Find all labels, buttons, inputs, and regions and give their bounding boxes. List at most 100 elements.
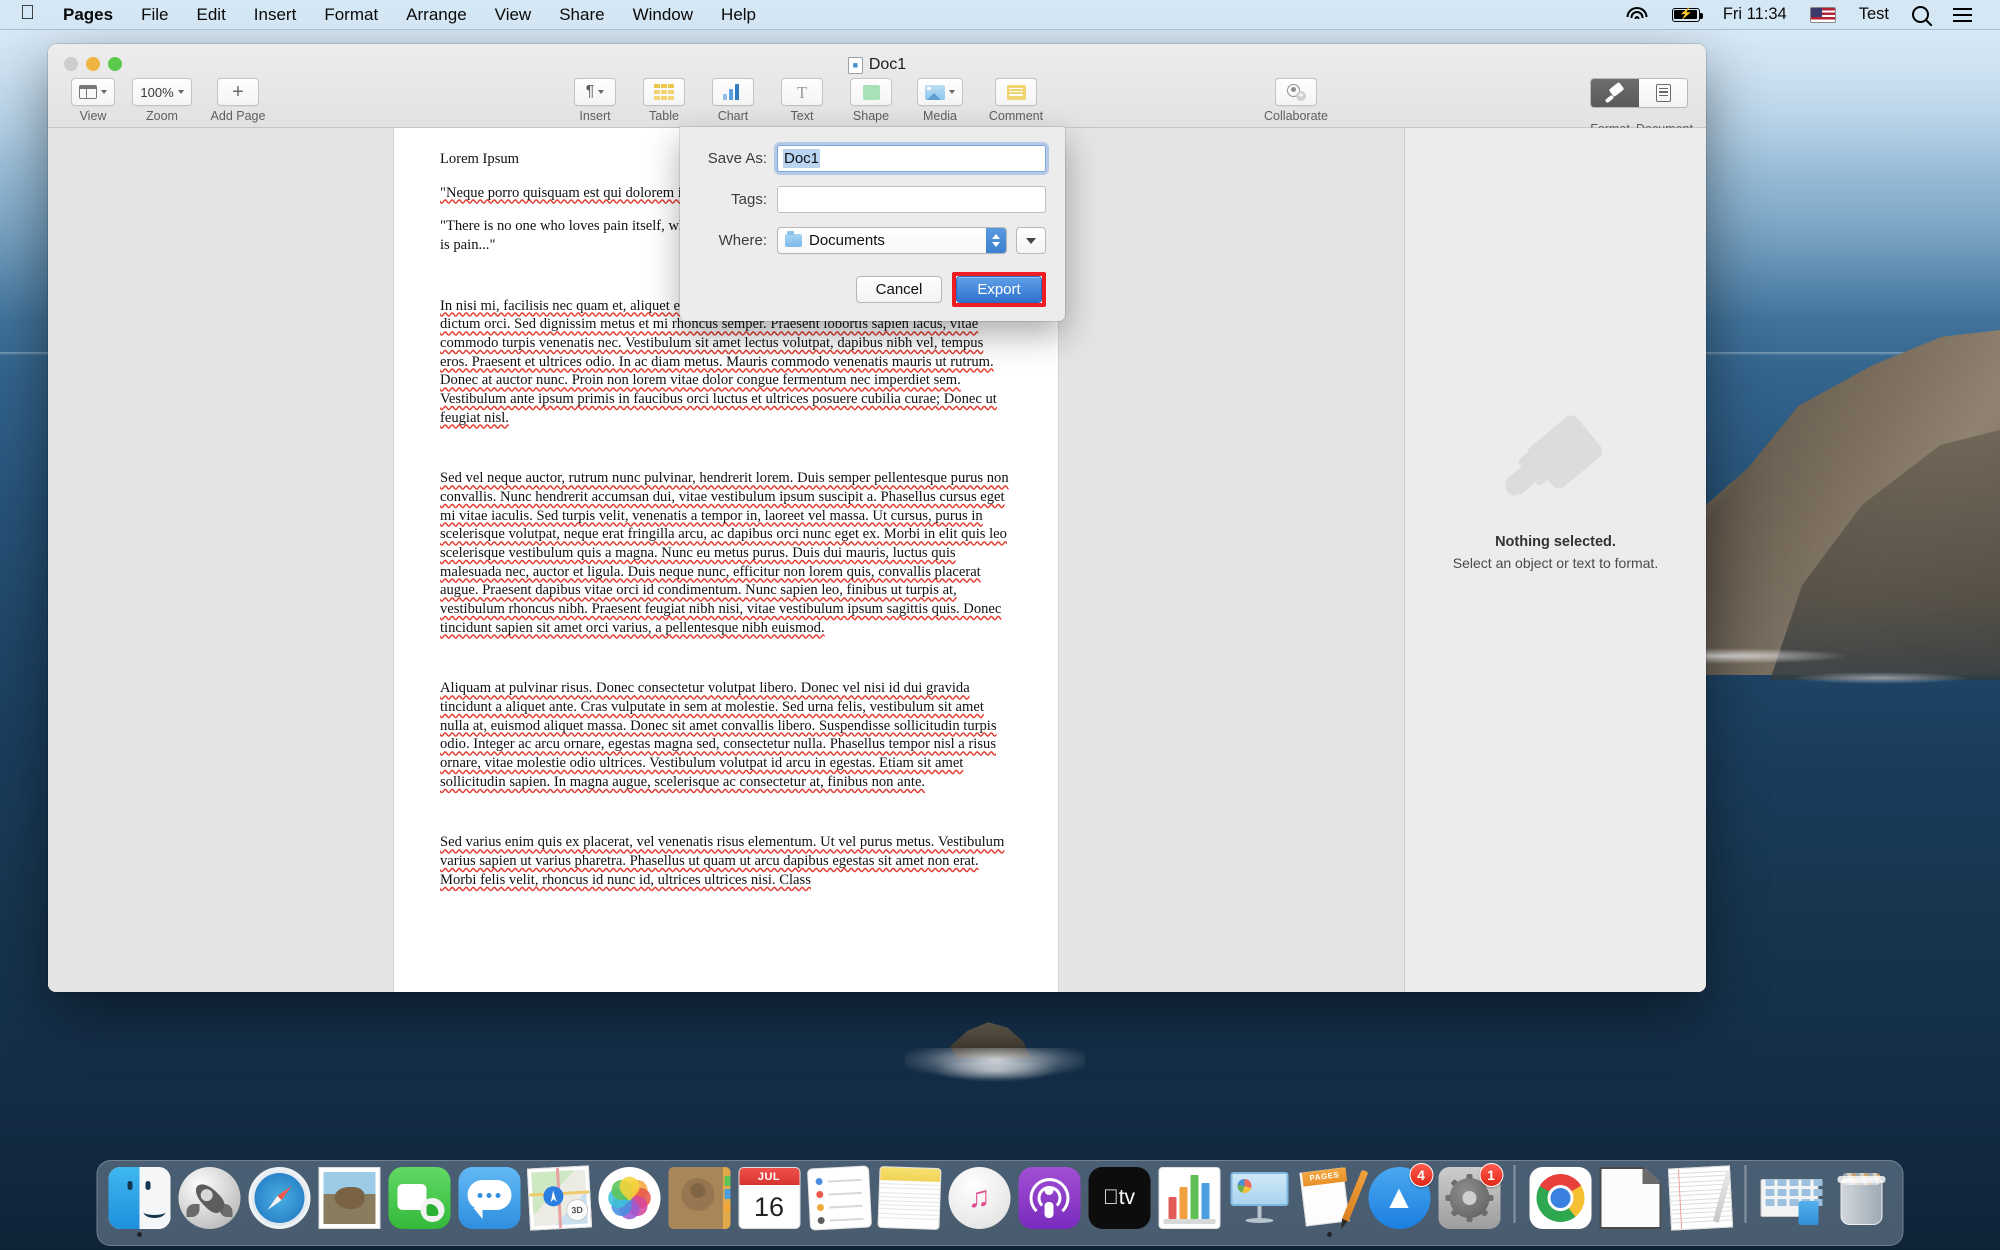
dock-item-notes[interactable]: [876, 1161, 943, 1239]
menu-item-file[interactable]: File: [127, 0, 182, 30]
tags-input[interactable]: [777, 186, 1046, 213]
dock-item-podcasts[interactable]: [1016, 1161, 1083, 1239]
dock-item-safari[interactable]: [246, 1161, 313, 1239]
dock-item-keynote[interactable]: [1226, 1161, 1293, 1239]
where-popup-button[interactable]: Documents: [777, 227, 1007, 254]
expand-browser-button[interactable]: [1016, 227, 1046, 254]
export-button[interactable]: Export: [956, 276, 1042, 303]
dock-item-maps[interactable]: 3D: [526, 1161, 593, 1239]
where-label: Where:: [699, 232, 777, 249]
dock-item-system-preferences[interactable]: 1: [1436, 1161, 1503, 1239]
table-button[interactable]: [643, 78, 685, 106]
menu-bar-clock[interactable]: Fri 11:34: [1712, 5, 1798, 24]
folder-icon: [785, 234, 802, 247]
document-lines-icon: [1656, 84, 1671, 102]
dock-item-finder[interactable]: [106, 1161, 173, 1239]
save-as-input[interactable]: Doc1: [777, 145, 1046, 172]
keynote-icon: [1228, 1167, 1290, 1229]
downloads-stack-icon: [1760, 1167, 1822, 1229]
view-button[interactable]: [71, 78, 115, 106]
text-button[interactable]: T: [781, 78, 823, 106]
menu-item-insert[interactable]: Insert: [240, 0, 311, 30]
pages-icon: PAGES: [1298, 1167, 1360, 1229]
window-titlebar: ■ Doc1 View 100% Zoom: [48, 44, 1706, 128]
menu-item-help[interactable]: Help: [707, 0, 770, 30]
insert-button[interactable]: ¶: [574, 78, 616, 106]
toolbar-table: Table: [635, 78, 693, 123]
chart-button[interactable]: [712, 78, 754, 106]
wifi-icon[interactable]: [1615, 0, 1660, 30]
media-photo-icon: [925, 85, 945, 100]
dock-item-downloads[interactable]: [1758, 1161, 1825, 1239]
dock-item-pages[interactable]: PAGES: [1296, 1161, 1363, 1239]
shape-button[interactable]: [850, 78, 892, 106]
export-button-highlight: Export: [952, 272, 1046, 307]
paintbrush-icon: [1500, 420, 1612, 516]
menu-item-arrange[interactable]: Arrange: [392, 0, 480, 30]
dock-item-libreoffice[interactable]: [1597, 1161, 1664, 1239]
collaborate-button[interactable]: +: [1275, 78, 1317, 106]
menu-bar-user[interactable]: Test: [1848, 5, 1900, 24]
zoom-button-toolbar[interactable]: 100%: [132, 78, 191, 106]
dock-item-photos[interactable]: [596, 1161, 663, 1239]
toolbar-media: Media: [911, 78, 969, 123]
chevron-down-icon: [101, 90, 107, 94]
comment-button[interactable]: [995, 78, 1037, 106]
podcasts-icon: [1018, 1167, 1080, 1229]
document-paragraph-4: Sed varius enim quis ex placerat, vel ve…: [440, 833, 1012, 889]
maps-icon: 3D: [526, 1165, 591, 1230]
dock-item-app-store[interactable]: ▲ 4: [1366, 1161, 1433, 1239]
dock-item-launchpad[interactable]: [176, 1161, 243, 1239]
dock-item-numbers[interactable]: [1156, 1161, 1223, 1239]
where-row: Where: Documents: [699, 227, 1046, 254]
calendar-day: 16: [739, 1185, 799, 1229]
where-controls: Documents: [777, 227, 1046, 254]
collaborate-label: Collaborate: [1264, 109, 1328, 123]
dock-item-reminders[interactable]: [806, 1161, 873, 1239]
dock-item-tv[interactable]: tv: [1086, 1161, 1153, 1239]
media-button[interactable]: [917, 78, 963, 106]
document-tab-button[interactable]: [1639, 79, 1687, 107]
chart-label: Chart: [718, 109, 749, 123]
dock-item-itunes[interactable]: ♫: [946, 1161, 1013, 1239]
document-paragraph-2: Sed vel neque auctor, rutrum nunc pulvin…: [440, 469, 1012, 637]
menu-item-edit[interactable]: Edit: [183, 0, 240, 30]
dock-item-chrome[interactable]: [1527, 1161, 1594, 1239]
apple-logo-icon[interactable]: : [0, 3, 49, 23]
dock-item-messages[interactable]: [456, 1161, 523, 1239]
menu-item-pages[interactable]: Pages: [49, 0, 127, 30]
app-store-badge: 4: [1409, 1163, 1433, 1187]
us-flag-icon[interactable]: [1798, 0, 1848, 30]
spotlight-search-icon[interactable]: [1900, 0, 1941, 30]
dock-item-trash[interactable]: [1828, 1161, 1895, 1239]
window-title-text: Doc1: [869, 56, 906, 74]
dock-item-calendar[interactable]: JUL 16: [736, 1161, 803, 1239]
menu-item-view[interactable]: View: [481, 0, 546, 30]
chrome-icon: [1529, 1167, 1591, 1229]
dock-item-mail[interactable]: [316, 1161, 383, 1239]
system-preferences-icon: 1: [1438, 1167, 1500, 1229]
comment-label: Comment: [989, 109, 1043, 123]
dock-item-facetime[interactable]: [386, 1161, 453, 1239]
cancel-button[interactable]: Cancel: [856, 276, 942, 303]
add-page-button[interactable]: +: [217, 78, 259, 106]
control-center-icon[interactable]: [1941, 0, 1984, 30]
chevron-down-icon: [949, 90, 955, 94]
menu-item-share[interactable]: Share: [545, 0, 618, 30]
dock-item-textedit[interactable]: [1667, 1161, 1734, 1239]
apple-tv-icon: tv: [1088, 1167, 1150, 1229]
numbers-icon: [1158, 1167, 1220, 1229]
battery-charging-icon[interactable]: ⚡: [1660, 0, 1712, 30]
menu-item-format[interactable]: Format: [310, 0, 392, 30]
insert-label: Insert: [579, 109, 610, 123]
dock-item-contacts[interactable]: [666, 1161, 733, 1239]
menu-bar-status-area: ⚡ Fri 11:34 Test: [1615, 0, 2000, 30]
plus-icon: +: [232, 82, 244, 102]
running-indicator: [137, 1232, 142, 1237]
inspector-segmented-control: [1590, 78, 1688, 108]
toolbar-view: View: [64, 78, 122, 123]
system-preferences-badge: 1: [1479, 1163, 1503, 1187]
menu-item-window[interactable]: Window: [619, 0, 707, 30]
format-tab-button[interactable]: [1591, 79, 1639, 107]
toolbar-left-group: View 100% Zoom + Add Page: [64, 78, 274, 123]
